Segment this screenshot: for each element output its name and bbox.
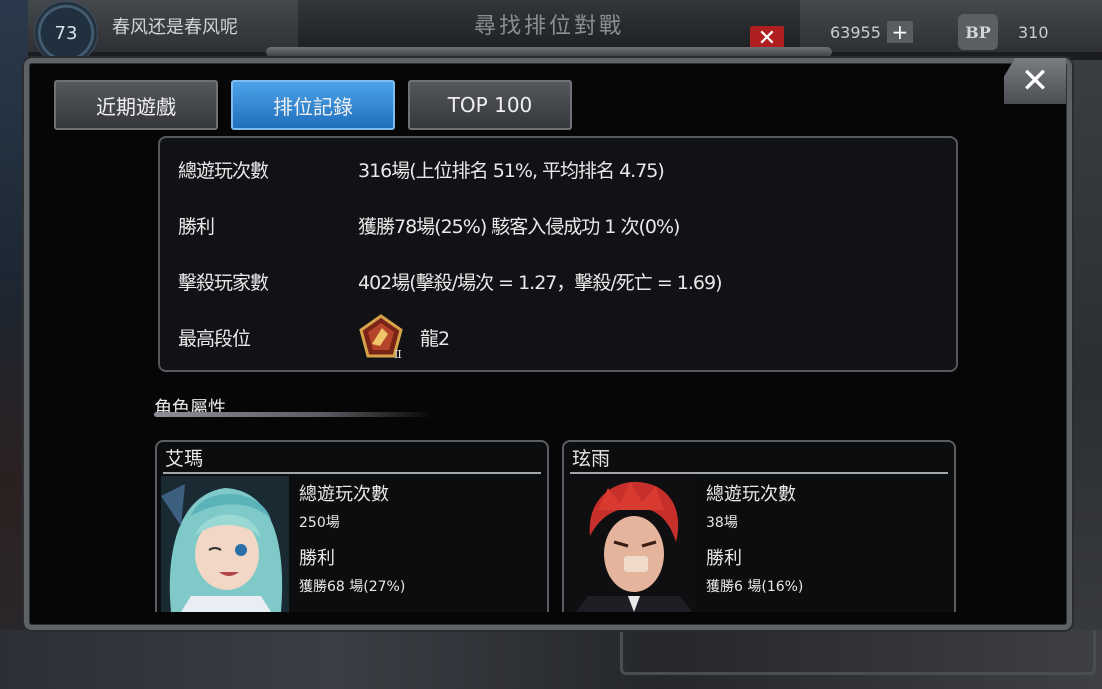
character-card-emma[interactable]: 艾瑪 總遊玩次數 250場 勝利 獲勝68 場(27%) [155, 440, 549, 612]
bp-amount: 310 [1018, 22, 1049, 42]
character-games-label: 總遊玩次數 [706, 484, 796, 505]
player-level: 73 [54, 22, 78, 44]
player-info: 73 春风还是春风呢 [34, 1, 294, 65]
top-slider-bar [266, 47, 832, 57]
divider [570, 472, 948, 474]
bp-label: BP [965, 22, 991, 42]
close-icon[interactable]: ✕ [1004, 58, 1066, 104]
stat-row-wins: 勝利 獲勝78場(25%) 駭客入侵成功 1 次(0%) [178, 210, 938, 240]
currency-display: 63955 + [830, 12, 946, 52]
match-search-banner: 尋找排位對戰 [298, 0, 800, 48]
bp-icon: BP [958, 14, 998, 50]
character-name: 玹雨 [572, 448, 611, 470]
player-level-badge: 73 [34, 1, 98, 65]
stat-value: 獲勝78場(25%) 駭客入侵成功 1 次(0%) [358, 215, 680, 238]
character-wins-value: 獲勝68 場(27%) [299, 579, 406, 595]
character-games-value: 38場 [706, 515, 738, 531]
currency-amount: 63955 [830, 22, 881, 42]
tab-label: TOP 100 [447, 93, 533, 117]
character-card-xuanyu[interactable]: 玹雨 總遊玩次數 38場 勝利 獲勝6 場(16%) [562, 440, 956, 612]
dragon-rank-badge-icon: II [359, 314, 403, 360]
character-games-value: 250場 [299, 515, 340, 531]
character-portrait [161, 476, 289, 612]
character-wins-value: 獲勝6 場(16%) [706, 579, 804, 595]
stat-label: 擊殺玩家數 [178, 271, 269, 294]
stat-value: 402場(擊殺/場次 = 1.27，擊殺/死亡 = 1.69) [358, 271, 723, 294]
tab-recent-games[interactable]: 近期遊戲 [54, 80, 218, 130]
character-portrait [568, 476, 696, 612]
tab-label: 排位記錄 [273, 94, 353, 119]
background-bottom [0, 630, 1102, 689]
stat-label: 勝利 [178, 215, 215, 238]
stat-row-highest-rank: 最高段位 II 龍2 [178, 314, 938, 360]
stat-value: II 龍2 [358, 314, 450, 360]
rank-badge-numeral: II [394, 348, 401, 360]
tab-ranked-record[interactable]: 排位記錄 [231, 80, 395, 130]
section-underline [154, 412, 434, 417]
ranked-stats-panel: 總遊玩次數 316場(上位排名 51%, 平均排名 4.75) 勝利 獲勝78場… [158, 136, 958, 372]
background-panel-edge [620, 630, 1096, 675]
player-name: 春风还是春风呢 [112, 17, 238, 38]
character-wins-label: 勝利 [299, 548, 335, 569]
match-search-title: 尋找排位對戰 [473, 14, 624, 39]
character-wins-label: 勝利 [706, 548, 742, 569]
stat-label: 總遊玩次數 [178, 159, 269, 182]
character-name: 艾瑪 [165, 448, 204, 470]
tab-label: 近期遊戲 [96, 94, 176, 119]
character-games-label: 總遊玩次數 [299, 484, 389, 505]
stat-value: 316場(上位排名 51%, 平均排名 4.75) [358, 159, 665, 182]
stat-row-total-games: 總遊玩次數 316場(上位排名 51%, 平均排名 4.75) [178, 154, 938, 184]
highest-rank-value: 龍2 [420, 327, 450, 350]
divider [163, 472, 541, 474]
plus-icon[interactable]: + [886, 20, 913, 44]
stat-label: 最高段位 [178, 327, 251, 350]
stat-row-kills: 擊殺玩家數 402場(擊殺/場次 = 1.27，擊殺/死亡 = 1.69) [178, 266, 938, 296]
tab-top-100[interactable]: TOP 100 [408, 80, 572, 130]
bp-display: BP 310 [958, 12, 1102, 52]
